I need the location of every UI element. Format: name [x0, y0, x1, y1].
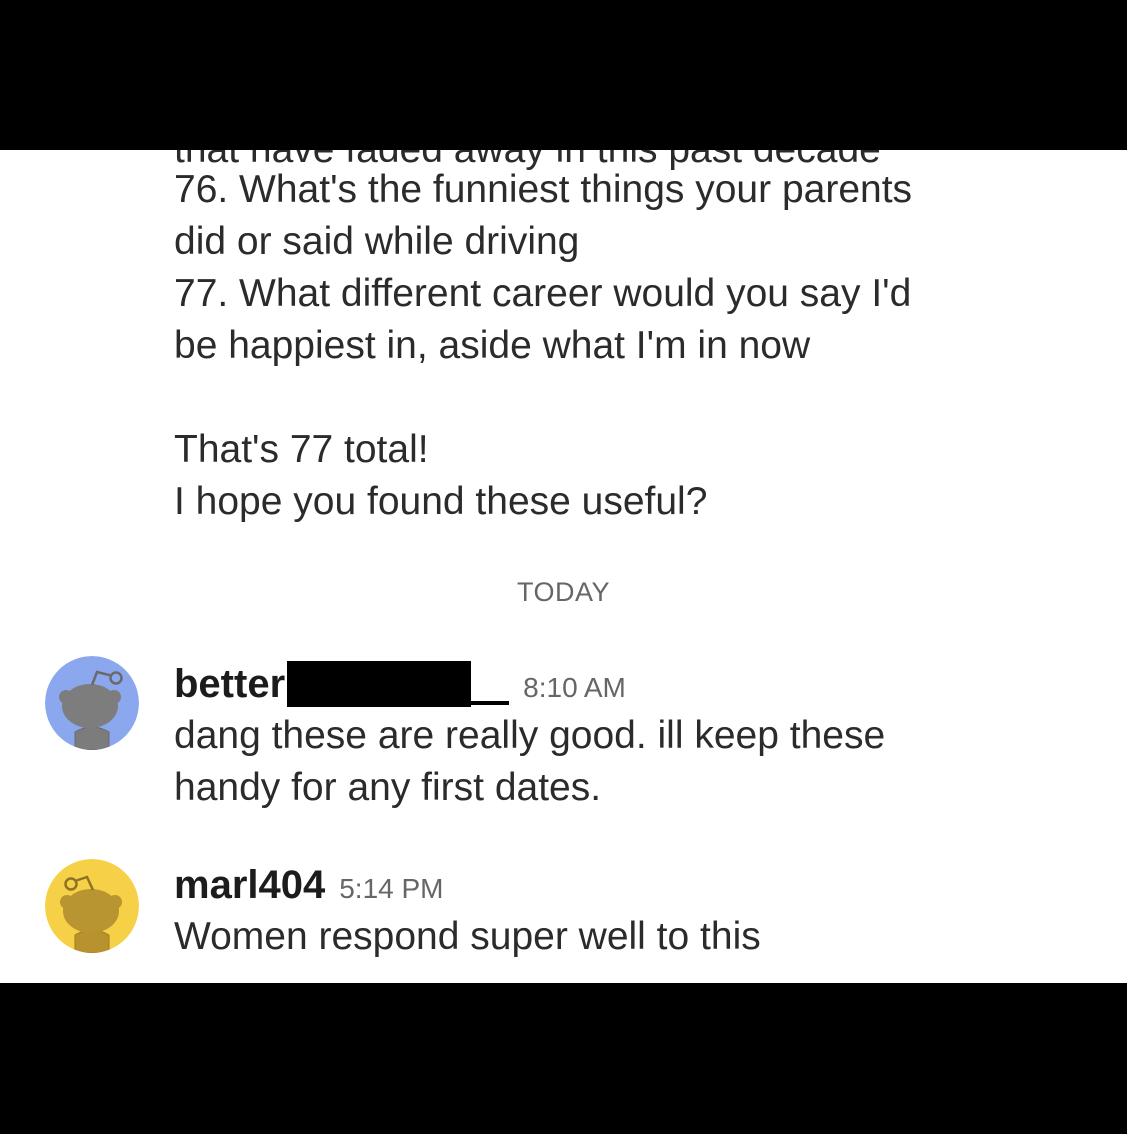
username[interactable]: better: [174, 662, 285, 706]
previous-message-line: be happiest in, aside what I'm in now: [174, 324, 811, 367]
previous-message-body: 76. What's the funniest things your pare…: [174, 164, 1074, 528]
message-line: Women respond super well to this: [174, 915, 761, 958]
screenshot-frame: that have faded away in this past decade…: [0, 0, 1127, 1134]
snoo-avatar-icon: [45, 859, 139, 953]
message-line: handy for any first dates.: [174, 766, 602, 809]
snoo-avatar-icon: [45, 656, 139, 750]
message-timestamp: 8:10 AM: [523, 672, 626, 703]
message-header: marl404 5:14 PM: [174, 859, 444, 911]
username-suffix-underscore: [471, 701, 510, 705]
message-timestamp: 5:14 PM: [339, 873, 444, 904]
previous-message-blank-line: [174, 372, 1074, 424]
day-divider: TODAY: [516, 577, 611, 607]
previous-message-line: 76. What's the funniest things your pare…: [174, 168, 913, 211]
message-line: dang these are really good. ill keep the…: [174, 714, 886, 757]
redaction-bar: [287, 661, 472, 707]
previous-message-line: I hope you found these useful?: [174, 480, 708, 523]
user-avatar[interactable]: [45, 859, 139, 953]
username[interactable]: marl404: [174, 863, 325, 907]
previous-message-line: 77. What different career would you say …: [174, 272, 912, 315]
chat-screen[interactable]: that have faded away in this past decade…: [0, 150, 1127, 983]
message-header: better 8:10 AM: [174, 658, 626, 710]
user-avatar[interactable]: [45, 656, 139, 750]
previous-message-line: That's 77 total!: [174, 428, 429, 471]
message-text: Women respond super well to this: [174, 911, 1074, 963]
message-text: dang these are really good. ill keep the…: [174, 710, 1074, 814]
previous-message-line: did or said while driving: [174, 220, 580, 263]
